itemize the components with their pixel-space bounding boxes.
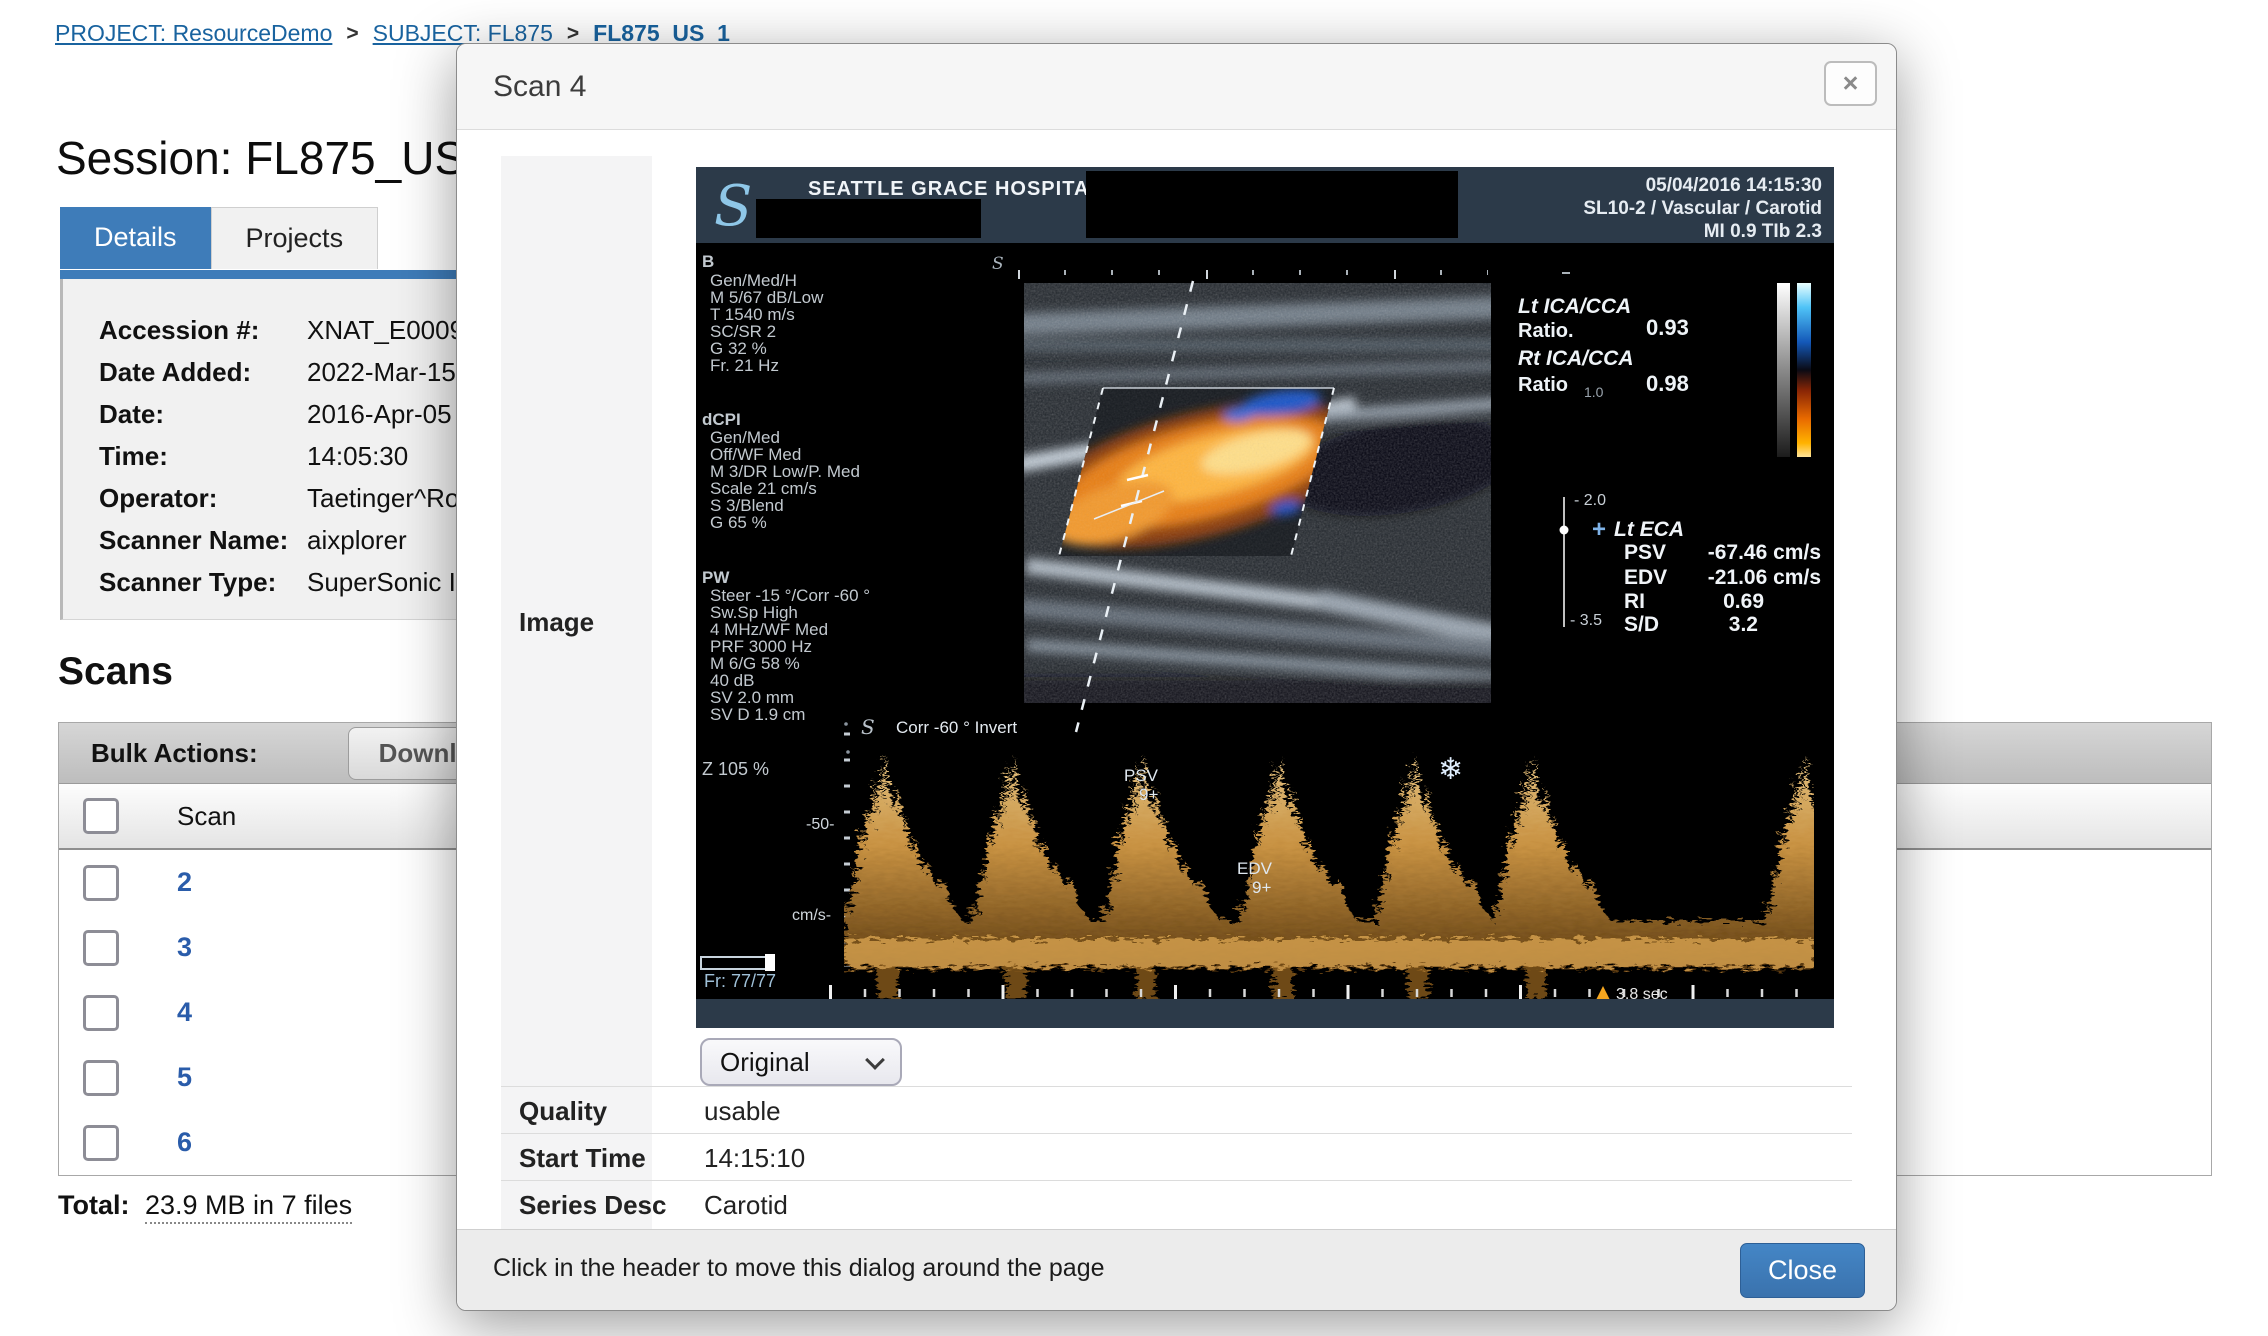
tab-projects[interactable]: Projects [211,207,379,269]
doppler-colorbar [1797,283,1811,457]
svg-text:0.69: 0.69 [1723,590,1764,613]
row-checkbox[interactable] [83,995,119,1031]
detail-row: Date:2016-Apr-05 [99,399,452,430]
tab-details[interactable]: Details [60,207,211,269]
row-divider [501,1086,1852,1087]
svg-text:-67.46 cm/s: -67.46 cm/s [1708,541,1821,564]
us-mi-tib: MI 0.9 TIb 2.3 [1704,221,1822,242]
lt-ica-cca-label: Lt ICA/CCA [1518,295,1631,318]
svg-text:PSV: PSV [1624,541,1666,564]
detail-row: Scanner Type:SuperSonic Im [99,567,478,598]
dialog-header[interactable]: Scan 4 × [457,44,1896,130]
start-time-value: 14:15:10 [704,1143,805,1174]
detail-row: Date Added:2022-Mar-15 [99,357,456,388]
scans-heading: Scans [58,650,173,694]
us-footer-bar [696,999,1834,1028]
depth-top-label: - 2.0 [1574,492,1606,509]
bulk-actions-label: Bulk Actions: [91,738,258,769]
svg-text:Corr -60 ° Invert: Corr -60 ° Invert [896,718,1017,737]
image-version-select[interactable]: Original [700,1038,902,1086]
eca-name: Lt ECA [1614,518,1684,541]
scanner-logo-icon: S [714,174,752,239]
scan-link[interactable]: 2 [177,867,192,898]
breadcrumb-separator: > [346,22,358,46]
svg-text:EDV: EDV [1624,566,1667,589]
detail-row: Time:14:05:30 [99,441,408,472]
chevron-down-icon [865,1050,885,1070]
tab-bar: Details Projects [60,207,378,269]
series-desc-label: Series Desc [519,1190,666,1221]
row-checkbox[interactable] [83,1125,119,1161]
svg-text:PSV: PSV [1124,766,1159,785]
row-checkbox[interactable] [83,865,119,901]
svg-text:3.2: 3.2 [1729,613,1758,636]
us-datetime: 05/04/2016 14:15:30 [1646,175,1822,196]
svg-text:9+: 9+ [1252,878,1271,897]
close-icon[interactable]: × [1824,61,1877,106]
depth-bottom-label: - 3.5 [1570,612,1602,629]
rt-ratio-sub: 1.0 [1584,384,1604,400]
row-checkbox[interactable] [83,1060,119,1096]
us-header-bar: S SEATTLE GRACE HOSPITAL 05/04/2016 14:1… [696,167,1834,243]
scan-link[interactable]: 5 [177,1062,192,1093]
scan-link[interactable]: 3 [177,932,192,963]
scan-dialog: Scan 4 × Image [456,43,1897,1311]
pw-section-title: PW [702,568,730,587]
lt-ratio-label: Ratio. [1518,320,1574,342]
svg-text:S/D: S/D [1624,613,1659,636]
rt-ratio-value: 0.98 [1646,371,1689,396]
selected-option: Original [720,1047,810,1078]
bmode-ruler [1018,270,1488,280]
svg-text:RI: RI [1624,590,1645,613]
page-title: Session: FL875_US_1 [56,131,516,185]
orientation-marker: S [992,254,1004,274]
us-probe-preset: SL10-2 / Vascular / Carotid [1583,198,1822,219]
dialog-footer: Click in the header to move this dialog … [457,1229,1896,1310]
dialog-title: Scan 4 [493,70,586,104]
scan-link[interactable]: 6 [177,1127,192,1158]
velocity-scale-label: -50- [806,816,834,833]
velocity-unit-label: cm/s- [792,907,831,924]
scan-image: S SEATTLE GRACE HOSPITAL 05/04/2016 14:1… [696,167,1834,1028]
rt-ratio-label: Ratio [1518,374,1568,396]
frame-counter: Fr: 77/77 [704,971,776,991]
quality-label: Quality [519,1096,607,1127]
select-all-checkbox[interactable] [83,798,119,834]
row-divider [501,1180,1852,1181]
redaction-box [1086,171,1458,238]
series-desc-value: Carotid [704,1190,788,1221]
row-checkbox[interactable] [83,930,119,966]
row-divider [501,1133,1852,1134]
dcpi-section-title: dCPI [702,410,741,429]
scan-link[interactable]: 4 [177,997,192,1028]
scan-column-header: Scan [177,801,236,832]
rt-ica-cca-label: Rt ICA/CCA [1518,347,1634,370]
detail-row: Accession #:XNAT_E0009 [99,315,464,346]
detail-row: Scanner Name:aixplorer [99,525,407,556]
detail-row: Operator:Taetinger^Rol [99,483,465,514]
drag-hint-text: Click in the header to move this dialog … [493,1254,1105,1283]
close-button[interactable]: Close [1740,1243,1865,1298]
gray-colorbar [1777,283,1790,457]
caliper-plus: + [1592,516,1606,543]
breadcrumb-project-link[interactable]: PROJECT: ResourceDemo [55,20,332,47]
total-size-line: Total: 23.9 MB in 7 files [58,1190,352,1221]
image-row-label: Image [519,607,594,638]
svg-text:-21.06 cm/s: -21.06 cm/s [1708,566,1821,589]
dialog-label-column [501,156,652,1230]
freeze-icon: ❄ [1438,753,1463,786]
quality-value: usable [704,1096,781,1127]
redaction-box [756,199,981,238]
svg-text:S: S [861,715,875,739]
zoom-level: Z 105 % [702,759,769,779]
svg-text:EDV: EDV [1237,859,1273,878]
bmode-section-title: B [702,252,714,271]
total-size-value[interactable]: 23.9 MB in 7 files [145,1190,352,1224]
svg-text:9+: 9+ [1139,785,1158,804]
breadcrumb-separator: > [567,22,579,46]
hospital-name: SEATTLE GRACE HOSPITAL [808,178,1103,200]
start-time-label: Start Time [519,1143,646,1174]
lt-ratio-value: 0.93 [1646,315,1689,340]
